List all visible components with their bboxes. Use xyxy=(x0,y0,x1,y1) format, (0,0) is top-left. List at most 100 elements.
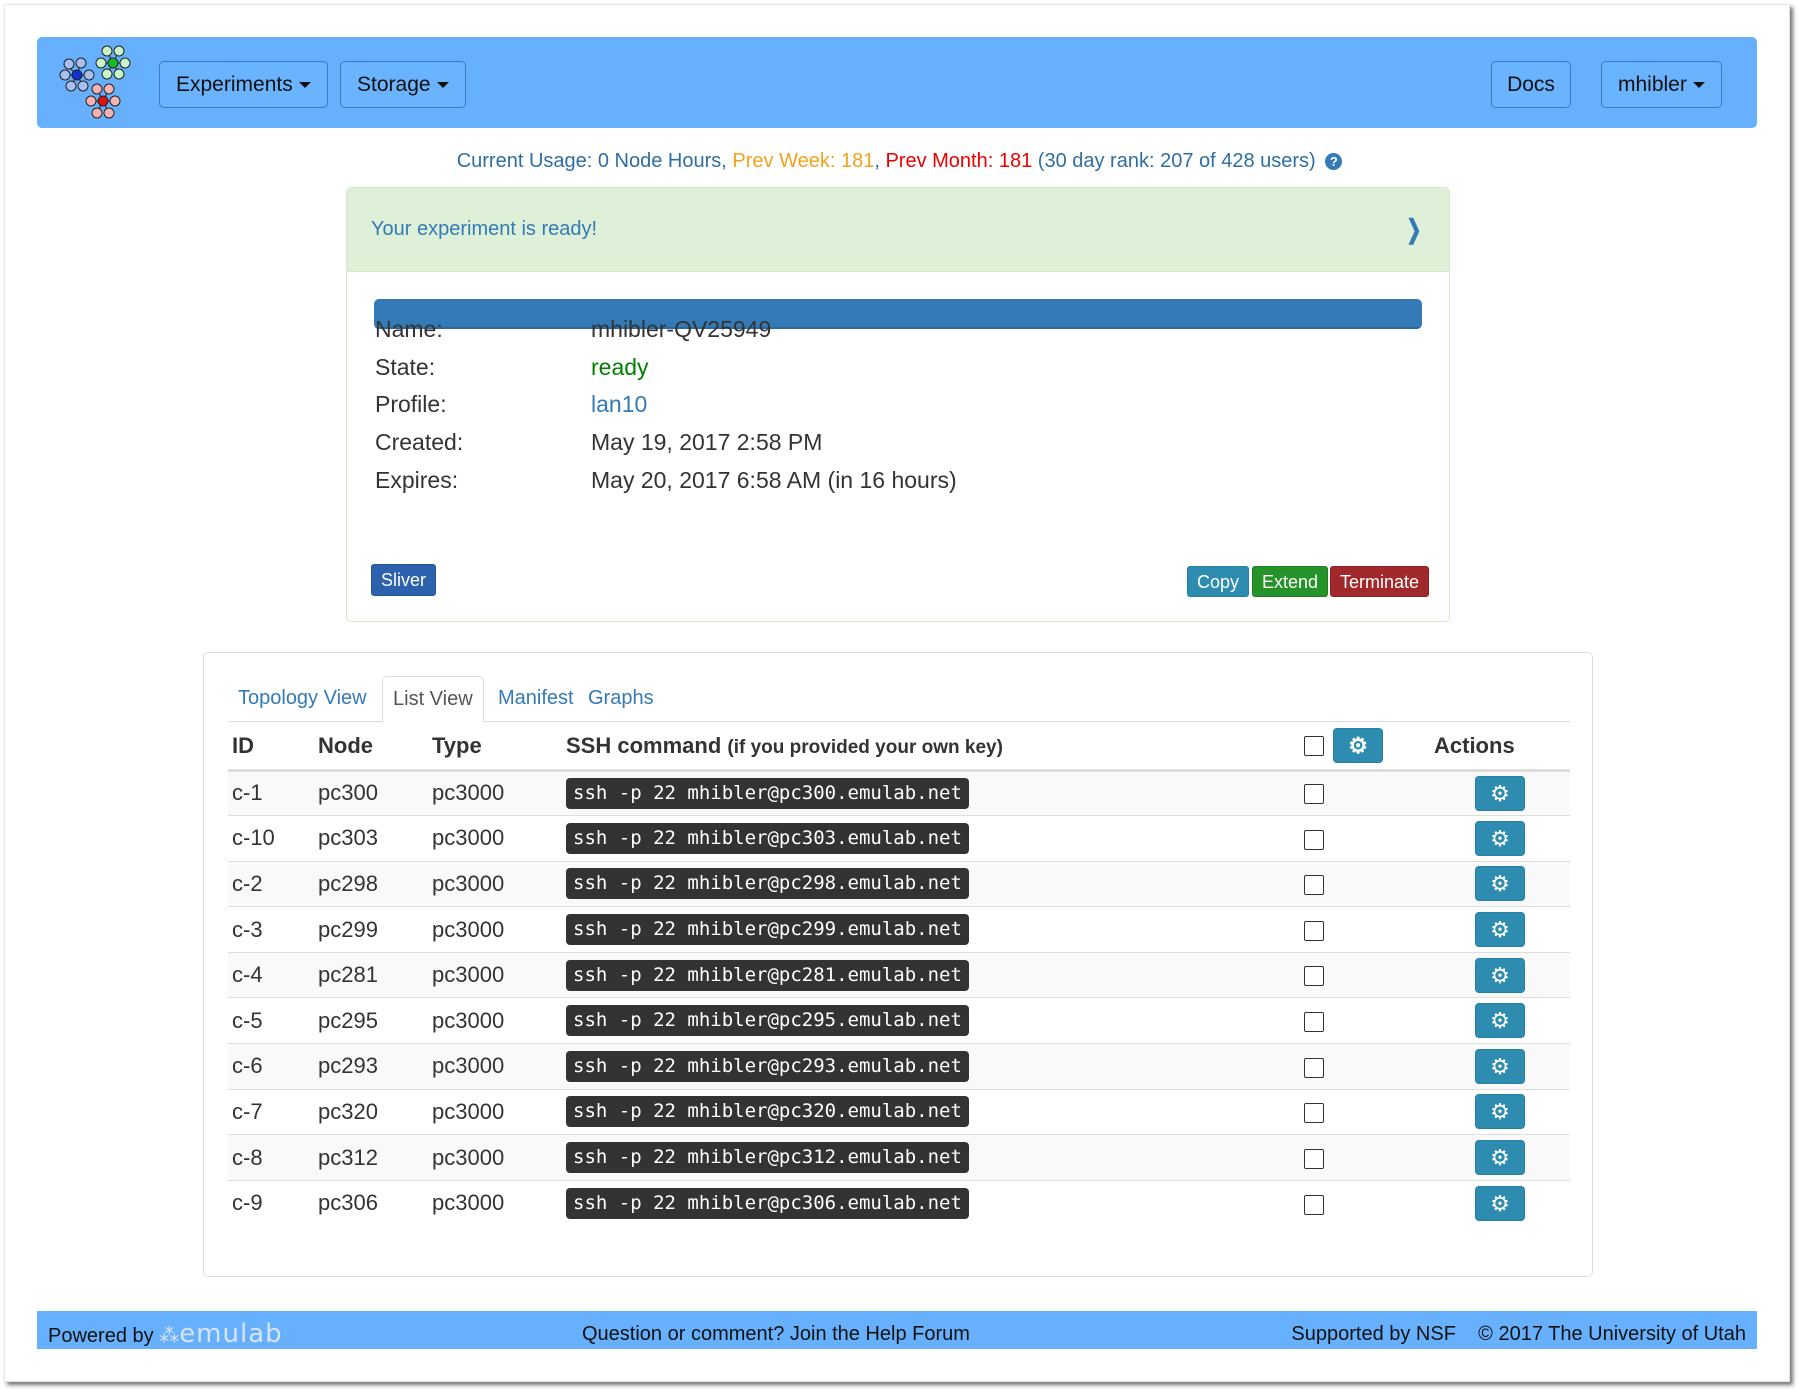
node-type: pc3000 xyxy=(428,815,562,862)
row-checkbox[interactable] xyxy=(1304,1103,1324,1124)
node-name: pc303 xyxy=(314,815,428,862)
docs-button[interactable]: Docs xyxy=(1491,61,1571,108)
node-actions-button[interactable]: ⚙ xyxy=(1475,820,1525,856)
row-checkbox[interactable] xyxy=(1304,1148,1324,1169)
ssh-command[interactable]: ssh -p 22 mhibler@pc300.emulab.net xyxy=(566,777,969,809)
node-id: c-7 xyxy=(228,1088,314,1135)
powered-by-label: Powered by xyxy=(48,1325,154,1347)
question-circle-icon[interactable]: ? xyxy=(1325,153,1343,170)
ssh-command[interactable]: ssh -p 22 mhibler@pc295.emulab.net xyxy=(566,1005,969,1037)
row-checkbox[interactable] xyxy=(1304,966,1324,987)
node-actions-button[interactable]: ⚙ xyxy=(1475,1094,1525,1130)
ssh-cell: ssh -p 22 mhibler@pc293.emulab.net xyxy=(562,1043,1300,1090)
tab-graphs[interactable]: Graphs xyxy=(578,676,664,722)
select-cell xyxy=(1300,1179,1430,1226)
node-id: c-4 xyxy=(228,951,314,998)
gear-icon: ⚙ xyxy=(1490,1053,1510,1079)
header-select: ⚙ xyxy=(1300,723,1430,772)
footer: Powered by ⁂emulab Question or comment? … xyxy=(37,1311,1757,1349)
node-actions-button[interactable]: ⚙ xyxy=(1475,912,1525,948)
copy-button[interactable]: Copy xyxy=(1187,566,1250,597)
select-all-checkbox[interactable] xyxy=(1304,735,1324,756)
extend-button[interactable]: Extend xyxy=(1252,566,1329,597)
supported-by-nsf[interactable]: Supported by NSF xyxy=(1291,1323,1456,1345)
ssh-command[interactable]: ssh -p 22 mhibler@pc306.emulab.net xyxy=(566,1187,969,1219)
table-row: c-1 pc300 pc3000 ssh -p 22 mhibler@pc300.em… xyxy=(228,769,1570,816)
node-id: c-10 xyxy=(228,815,314,862)
node-actions-button[interactable]: ⚙ xyxy=(1475,1048,1525,1084)
experiments-menu-button[interactable]: Experiments xyxy=(159,61,328,108)
emulab-brand-logo[interactable]: emulab xyxy=(179,1319,282,1349)
ssh-cell: ssh -p 22 mhibler@pc298.emulab.net xyxy=(562,860,1300,907)
node-type: pc3000 xyxy=(428,769,562,816)
table-row: c-4 pc281 pc3000 ssh -p 22 mhibler@pc281.em… xyxy=(228,951,1570,998)
profile-link[interactable]: lan10 xyxy=(591,391,647,418)
chevron-right-icon[interactable]: ❯ xyxy=(1406,214,1421,245)
node-type: pc3000 xyxy=(428,997,562,1044)
node-actions-button[interactable]: ⚙ xyxy=(1475,1185,1525,1221)
tab-list-view[interactable]: List View xyxy=(382,676,484,723)
node-name: pc299 xyxy=(314,906,428,953)
ssh-cell: ssh -p 22 mhibler@pc320.emulab.net xyxy=(562,1088,1300,1135)
header-node: Node xyxy=(314,723,428,772)
row-checkbox[interactable] xyxy=(1304,1057,1324,1078)
table-row: c-8 pc312 pc3000 ssh -p 22 mhibler@pc312.em… xyxy=(228,1134,1570,1181)
prev-month-usage: Prev Month: 181 xyxy=(885,150,1033,172)
header-type: Type xyxy=(428,723,562,772)
node-actions-button[interactable]: ⚙ xyxy=(1475,775,1525,811)
row-checkbox[interactable] xyxy=(1304,875,1324,896)
usage-rank: (30 day rank: 207 of 428 users) xyxy=(1037,150,1316,172)
node-id: c-8 xyxy=(228,1134,314,1181)
status-heading[interactable]: Your experiment is ready! ❯ xyxy=(347,188,1449,272)
ssh-command[interactable]: ssh -p 22 mhibler@pc320.emulab.net xyxy=(566,1096,969,1128)
caret-down-icon xyxy=(1692,82,1705,89)
ssh-cell: ssh -p 22 mhibler@pc295.emulab.net xyxy=(562,997,1300,1044)
tab-topology-view[interactable]: Topology View xyxy=(228,676,377,722)
actions-cell: ⚙ xyxy=(1430,951,1570,998)
docs-label: Docs xyxy=(1507,73,1555,96)
bulk-actions-button[interactable]: ⚙ xyxy=(1333,728,1384,764)
row-checkbox[interactable] xyxy=(1304,784,1324,805)
header-ssh-note: (if you provided your own key) xyxy=(727,736,1003,758)
row-checkbox[interactable] xyxy=(1304,920,1324,941)
ssh-command[interactable]: ssh -p 22 mhibler@pc298.emulab.net xyxy=(566,868,969,900)
row-checkbox[interactable] xyxy=(1304,1194,1324,1215)
tab-manifest[interactable]: Manifest xyxy=(488,676,584,722)
ssh-command[interactable]: ssh -p 22 mhibler@pc303.emulab.net xyxy=(566,822,969,854)
ssh-command[interactable]: ssh -p 22 mhibler@pc299.emulab.net xyxy=(566,914,969,946)
user-menu-button[interactable]: mhibler xyxy=(1601,61,1722,108)
ssh-cell: ssh -p 22 mhibler@pc281.emulab.net xyxy=(562,951,1300,998)
ssh-command[interactable]: ssh -p 22 mhibler@pc312.emulab.net xyxy=(566,1142,969,1174)
table-row: c-2 pc298 pc3000 ssh -p 22 mhibler@pc298.em… xyxy=(228,860,1570,907)
help-forum-link[interactable]: Question or comment? Join the Help Forum xyxy=(582,1311,970,1357)
row-checkbox[interactable] xyxy=(1304,829,1324,850)
row-checkbox[interactable] xyxy=(1304,1011,1324,1032)
table-row: c-5 pc295 pc3000 ssh -p 22 mhibler@pc295.em… xyxy=(228,997,1570,1044)
storage-menu-button[interactable]: Storage xyxy=(340,61,466,108)
gear-icon: ⚙ xyxy=(1348,733,1368,759)
gear-icon: ⚙ xyxy=(1490,871,1510,897)
copyright: © 2017 The University of Utah xyxy=(1478,1323,1746,1345)
user-label: mhibler xyxy=(1618,73,1687,96)
header-actions: Actions xyxy=(1430,723,1570,772)
emulab-logo-icon[interactable] xyxy=(59,45,139,123)
ssh-cell: ssh -p 22 mhibler@pc312.emulab.net xyxy=(562,1134,1300,1181)
node-actions-button[interactable]: ⚙ xyxy=(1475,1003,1525,1039)
terminate-button[interactable]: Terminate xyxy=(1330,566,1430,597)
state-label: State: xyxy=(375,354,436,380)
node-id: c-1 xyxy=(228,769,314,816)
ssh-command[interactable]: ssh -p 22 mhibler@pc281.emulab.net xyxy=(566,959,969,991)
select-cell xyxy=(1300,815,1430,862)
node-table-body: c-1 pc300 pc3000 ssh -p 22 mhibler@pc300.em… xyxy=(228,769,1570,1226)
node-list-panel: Topology View List View Manifest Graphs … xyxy=(203,652,1593,1277)
node-actions-button[interactable]: ⚙ xyxy=(1475,957,1525,993)
view-tabs: Topology View List View Manifest Graphs xyxy=(228,676,1570,723)
node-actions-button[interactable]: ⚙ xyxy=(1475,1140,1525,1176)
node-name: pc293 xyxy=(314,1043,428,1090)
node-type: pc3000 xyxy=(428,1043,562,1090)
sliver-button[interactable]: Sliver xyxy=(371,564,437,596)
ssh-command[interactable]: ssh -p 22 mhibler@pc293.emulab.net xyxy=(566,1050,969,1082)
node-actions-button[interactable]: ⚙ xyxy=(1475,866,1525,902)
actions-cell: ⚙ xyxy=(1430,815,1570,862)
table-row: c-6 pc293 pc3000 ssh -p 22 mhibler@pc293.em… xyxy=(228,1043,1570,1090)
